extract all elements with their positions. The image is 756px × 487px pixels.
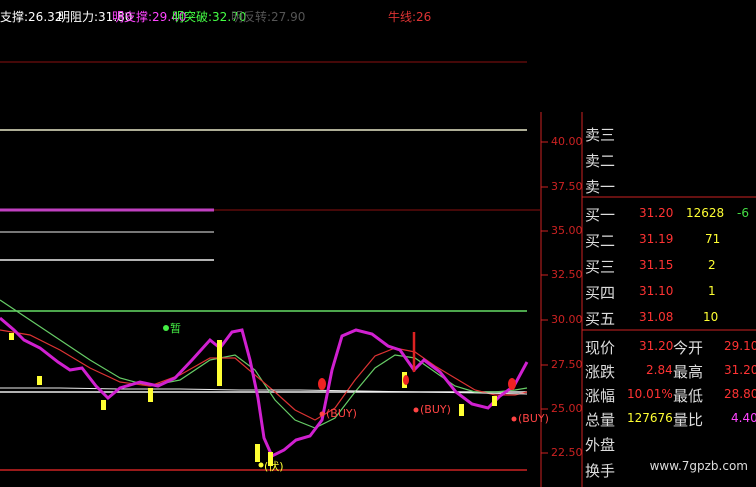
- stat-value-vol-ratio: 4.40: [731, 411, 756, 425]
- buy-row-3-vol: 2: [708, 258, 716, 272]
- buy-row-2-vol: 71: [705, 232, 721, 246]
- stat-label-outer: 外盘: [585, 436, 616, 454]
- sell-row-3-label: 卖三: [585, 126, 616, 144]
- red-arrow-marker: [508, 378, 516, 390]
- buy-row-4-vol: 1: [708, 284, 716, 298]
- buy-dot: [413, 407, 419, 413]
- axis-label-32-5: 32.50: [551, 268, 583, 281]
- candle: [459, 404, 464, 416]
- indicator-bar: 支撑:26.32 明阻力:31.80 明支撑:29.40 明突破:32.70 明…: [0, 0, 432, 58]
- buy-row-4-label: 买四: [585, 284, 616, 302]
- indicator-support: 支撑:26.32: [0, 10, 63, 24]
- stat-value-pct: 10.01%: [627, 387, 673, 401]
- buy-marker: (BUY): [518, 412, 549, 425]
- stat-label-vol-ratio: 量比: [673, 411, 704, 429]
- candle: [9, 333, 14, 340]
- stat-label-low: 最低: [673, 387, 704, 405]
- stat-value-high: 31.20: [724, 363, 756, 377]
- stat-label-pct: 涨幅: [585, 387, 616, 405]
- stat-label-change: 涨跌: [585, 363, 616, 381]
- buy-row-5-price: 31.08: [639, 310, 674, 324]
- buy-row-1-price: 31.20: [639, 206, 674, 220]
- red-arrow-marker: [403, 375, 409, 385]
- buy-row-5-label: 买五: [585, 310, 616, 328]
- stat-value-volume: 127676: [627, 411, 673, 425]
- buy-marker: (BUY): [420, 403, 451, 416]
- stat-value-price: 31.20: [639, 339, 674, 353]
- buy-marker: (BUY): [326, 407, 357, 420]
- stat-label-open: 今开: [673, 339, 704, 357]
- axis-label-27-5: 27.50: [551, 358, 583, 371]
- stat-value-low: 28.80: [724, 387, 756, 401]
- stat-label-high: 最高: [673, 363, 704, 381]
- buy-row-3-price: 31.15: [639, 258, 674, 272]
- stock-chart-window: 支撑:26.32 明阻力:31.80 明支撑:29.40 明突破:32.70 明…: [0, 0, 756, 487]
- candle: [217, 340, 222, 386]
- fu-marker: (伏): [264, 460, 284, 473]
- stat-label-volume: 总量: [585, 411, 616, 429]
- sell-row-2-label: 卖二: [585, 152, 616, 170]
- axis-label-35: 35.00: [551, 224, 583, 237]
- axis-label-37-5: 37.50: [551, 180, 583, 193]
- candle: [255, 444, 260, 462]
- candle-group: [9, 333, 497, 466]
- buy-row-2-label: 买二: [585, 232, 616, 250]
- candle: [101, 400, 106, 410]
- watermark: www.7gpzb.com: [649, 459, 748, 473]
- buy-row-1-label: 买一: [585, 206, 616, 224]
- buy-row-2-price: 31.19: [639, 232, 674, 246]
- fu-dot: [258, 462, 264, 468]
- buy-row-1-vol: 12628: [686, 206, 725, 220]
- price-line-magenta: [0, 316, 529, 459]
- candle: [37, 376, 42, 385]
- indicator-ming-reversal: 明反转:27.90: [231, 10, 306, 24]
- indicator-niuxian: 牛线:26: [388, 10, 432, 24]
- buy-row-4-price: 31.10: [639, 284, 674, 298]
- sell-row-1-label: 卖一: [585, 178, 616, 196]
- signal-dot: [163, 325, 169, 331]
- buy-dot: [511, 416, 517, 422]
- axis-label-40: 40.00: [551, 135, 583, 148]
- candle: [148, 388, 153, 402]
- buy-dot: [319, 411, 325, 417]
- axis-ticks: [541, 141, 548, 454]
- ma-white-line: [0, 387, 528, 395]
- stat-value-open: 29.10: [724, 339, 756, 353]
- axis-label-22-5: 22.50: [551, 446, 583, 459]
- axis-label-25: 25.00: [551, 402, 583, 415]
- zan-marker: 暂: [170, 322, 181, 335]
- axis-label-30: 30.00: [551, 313, 583, 326]
- candle: [492, 396, 497, 406]
- buy-row-3-label: 买三: [585, 258, 616, 276]
- buy-row-5-vol: 10: [703, 310, 719, 324]
- red-arrow-marker: [318, 378, 326, 390]
- stat-label-price: 现价: [585, 339, 616, 357]
- buy-row-1-extra: -6: [737, 206, 749, 220]
- stat-value-change: 2.84: [646, 363, 673, 377]
- stat-label-turnover: 换手: [585, 462, 616, 480]
